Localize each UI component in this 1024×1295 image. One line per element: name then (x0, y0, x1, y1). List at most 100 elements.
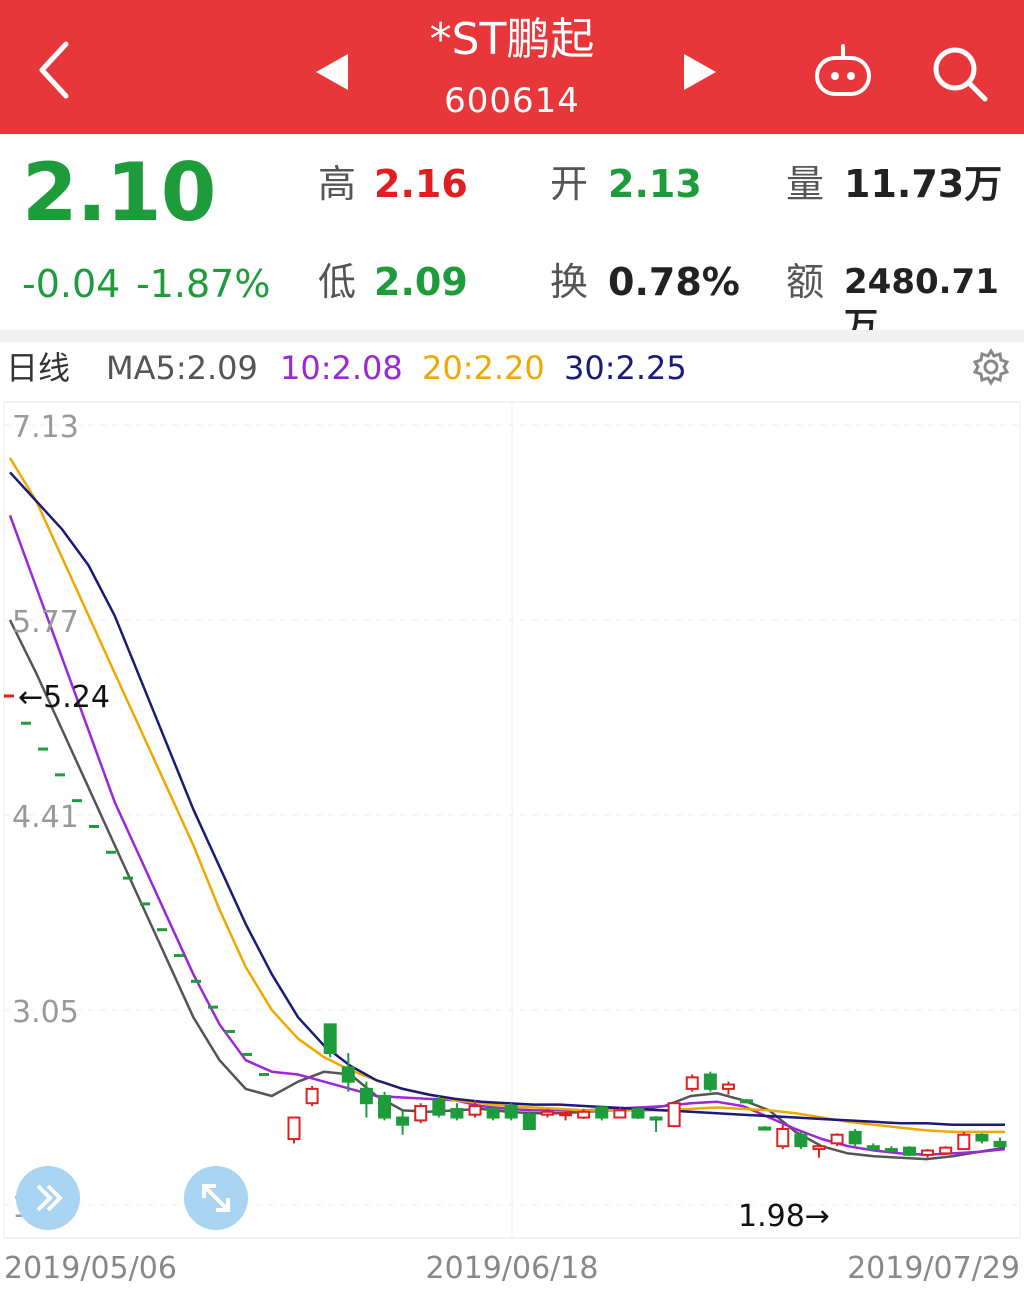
candle-body (884, 1148, 898, 1153)
double-chevron-icon (36, 1184, 63, 1212)
candle (830, 1133, 844, 1147)
candle (975, 1133, 989, 1144)
candle-body (921, 1149, 935, 1156)
candle-body (975, 1133, 989, 1142)
scroll-left-button[interactable] (16, 1166, 80, 1230)
candle-body (305, 1087, 319, 1105)
candle (812, 1143, 826, 1158)
candle (721, 1081, 735, 1095)
ma5-line (8, 619, 1006, 1161)
candle (287, 1116, 301, 1144)
price-change-pct: -1.87% (136, 262, 271, 306)
y-tick-label: 5.77 (12, 605, 79, 640)
gear-icon[interactable] (972, 348, 1010, 386)
candle (522, 1111, 536, 1131)
candle (794, 1131, 808, 1150)
high-value: 2.16 (374, 162, 468, 206)
high-label: 高 (318, 162, 357, 206)
candle (740, 1098, 754, 1104)
candle-body (812, 1145, 826, 1151)
candle (884, 1146, 898, 1153)
y-tick-label: 7.13 (12, 410, 79, 445)
candle-body (848, 1130, 862, 1145)
candle-body (378, 1095, 392, 1119)
candle-body (577, 1110, 591, 1119)
x-axis-labels: 2019/05/06 2019/06/18 2019/07/29 (4, 1251, 1020, 1286)
next-stock-icon[interactable] (682, 52, 718, 92)
candle-body (758, 1126, 772, 1131)
period-tab[interactable]: 日线 (6, 342, 70, 394)
candle (939, 1146, 953, 1155)
candle (359, 1081, 373, 1118)
expand-icon (202, 1184, 230, 1212)
candle-body (703, 1073, 717, 1090)
candle-body (540, 1110, 554, 1116)
candle-body (794, 1133, 808, 1148)
price-change: -0.04 (22, 262, 121, 306)
candle-body (396, 1116, 410, 1126)
candle (341, 1053, 355, 1092)
candle-body (939, 1146, 953, 1155)
candle (957, 1131, 971, 1151)
candle-body (504, 1105, 518, 1119)
candle-body (649, 1116, 663, 1121)
candle (902, 1146, 916, 1157)
candle-body (486, 1107, 500, 1119)
ma30-line (9, 471, 1005, 1126)
candle-body (685, 1076, 699, 1090)
open-value: 2.13 (608, 162, 702, 206)
candle-body (613, 1109, 627, 1119)
turnover-value: 0.78% (608, 260, 740, 304)
candle (450, 1103, 464, 1121)
candle (685, 1074, 699, 1092)
candle (649, 1116, 663, 1132)
candle-body (432, 1099, 446, 1116)
candle (848, 1129, 862, 1147)
robot-icon[interactable] (812, 42, 874, 100)
ma20-line (8, 457, 1005, 1134)
ma-lines (8, 457, 1006, 1161)
ma10-legend: 10:2.08 (280, 349, 403, 387)
candle-body (776, 1128, 790, 1148)
candle-body (341, 1066, 355, 1083)
candle (921, 1149, 935, 1158)
candle (866, 1143, 880, 1151)
candle (776, 1124, 790, 1150)
candle-body (667, 1102, 681, 1128)
candle-body (721, 1083, 735, 1090)
x-axis-label: 2019/06/18 (426, 1251, 599, 1286)
candle (504, 1103, 518, 1121)
volume-value: 11.73万 (844, 162, 1003, 206)
candle-body (414, 1105, 428, 1122)
header-bar: *ST鹏起 600614 (0, 0, 1024, 134)
ma10-line (8, 514, 1006, 1157)
volume-label: 量 (786, 162, 825, 206)
y-axis-ticks: 7.135.774.413.051.69 (12, 410, 79, 1225)
candle-body (740, 1099, 754, 1104)
amount-label: 额 (786, 260, 825, 304)
high-price-marker: ←5.24 (18, 680, 110, 715)
candle (323, 1023, 337, 1058)
ma-legend-row: 日线 MA5:2.09 10:2.08 20:2.20 30:2.25 (0, 342, 1024, 394)
candle (993, 1137, 1007, 1148)
low-value: 2.09 (374, 260, 468, 304)
fullscreen-button[interactable] (184, 1166, 248, 1230)
candle-body (450, 1107, 464, 1119)
candle-body (993, 1140, 1007, 1148)
candle-body (902, 1146, 916, 1156)
ma30-legend: 30:2.25 (564, 349, 687, 387)
candle-body (830, 1133, 844, 1145)
y-tick-label: 3.05 (12, 995, 79, 1030)
search-icon[interactable] (930, 44, 990, 104)
candle (631, 1107, 645, 1119)
x-axis-label: 2019/07/29 (847, 1251, 1020, 1286)
candle-body (323, 1023, 337, 1055)
candle-body (957, 1133, 971, 1151)
kline-chart[interactable]: 7.135.774.413.051.69 2019/05/062019/06/1… (0, 394, 1024, 1295)
y-tick-label: 4.41 (12, 800, 79, 835)
candle-body (631, 1107, 645, 1119)
candle (486, 1106, 500, 1121)
candle (667, 1102, 681, 1128)
candle-body (559, 1112, 573, 1117)
low-label: 低 (318, 260, 357, 304)
